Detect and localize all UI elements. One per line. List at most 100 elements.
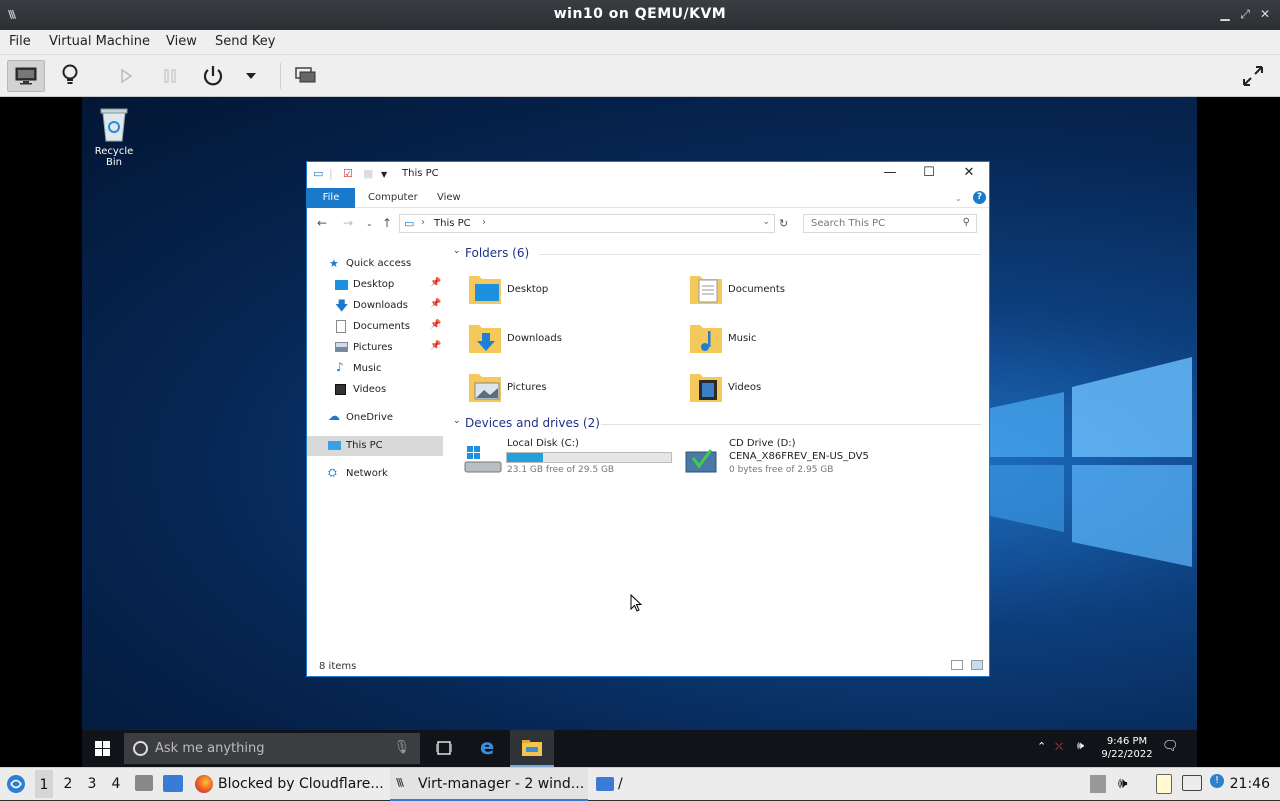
edge-taskbar-button[interactable]: e	[467, 730, 511, 767]
explorer-minimize-icon[interactable]: —	[880, 165, 900, 180]
details-view-icon[interactable]	[951, 660, 963, 670]
recent-locations-icon[interactable]: ⌄	[366, 219, 373, 228]
sidebar-item-network[interactable]: ⛭ Network	[307, 464, 443, 484]
menu-view[interactable]: View	[166, 34, 197, 49]
collapse-devices-icon[interactable]: ⌄	[453, 416, 461, 426]
qat-dropdown-icon[interactable]: ▼	[381, 170, 387, 179]
sidebar-item-downloads[interactable]: 🡇 Downloads 📌	[307, 296, 443, 316]
menu-file[interactable]: File	[9, 34, 31, 49]
details-view-button[interactable]	[51, 60, 89, 92]
pin-icon[interactable]: 📌	[430, 341, 441, 351]
workspace-1[interactable]: 1	[35, 770, 53, 798]
collapse-folders-icon[interactable]: ⌄	[453, 246, 461, 256]
devices-group-header[interactable]: Devices and drives (2)	[465, 416, 600, 430]
task-label: /	[618, 776, 623, 792]
show-desktop-icon[interactable]	[135, 775, 153, 791]
back-icon[interactable]: ←	[317, 216, 327, 230]
sidebar-item-desktop[interactable]: Desktop 📌	[307, 275, 443, 295]
play-icon	[121, 68, 133, 84]
sidebar-item-videos[interactable]: Videos	[307, 380, 443, 400]
sidebar-item-pictures[interactable]: Pictures 📌	[307, 338, 443, 358]
workspace-3[interactable]: 3	[83, 776, 101, 792]
fullscreen-button[interactable]	[1234, 60, 1272, 92]
start-button[interactable]	[82, 730, 122, 767]
explorer-close-icon[interactable]: ✕	[959, 165, 979, 180]
sidebar-item-music[interactable]: ♪ Music	[307, 359, 443, 379]
cortana-search-box[interactable]: Ask me anything 🎙	[124, 733, 420, 764]
edge-icon: e	[480, 735, 495, 759]
restore-icon[interactable]: ⤢	[1238, 7, 1252, 21]
address-bar[interactable]: ▭ › This PC › ⌄	[399, 214, 775, 233]
ribbon-expand-icon[interactable]: ⌄	[955, 194, 962, 203]
file-manager-launcher-icon[interactable]	[163, 775, 183, 792]
drive-d-name: CD Drive (D:)	[729, 438, 796, 449]
pause-button[interactable]	[151, 60, 189, 92]
folder-videos[interactable]: Videos	[688, 368, 908, 412]
updates-icon[interactable]: !	[1210, 774, 1224, 788]
new-folder-icon[interactable]: ■	[363, 167, 373, 180]
network-disconnected-icon[interactable]: ⛌	[1055, 740, 1063, 754]
menu-send-key[interactable]: Send Key	[215, 34, 275, 49]
folder-music[interactable]: Music	[688, 319, 908, 363]
large-icons-view-icon[interactable]	[971, 660, 983, 670]
task-files[interactable]: /	[592, 768, 632, 801]
tab-file[interactable]: File	[307, 188, 355, 208]
console-view-button[interactable]	[7, 60, 45, 92]
recycle-bin-shortcut[interactable]: Recycle Bin	[86, 105, 142, 168]
menu-virtual-machine[interactable]: Virtual Machine	[49, 34, 150, 49]
sidebar-item-documents[interactable]: Documents 📌	[307, 317, 443, 337]
up-icon[interactable]: ↑	[382, 216, 392, 230]
drive-c[interactable]: Local Disk (C:) 23.1 GB free of 29.5 GB	[463, 438, 683, 482]
shutdown-menu-button[interactable]	[233, 60, 269, 92]
breadcrumb[interactable]: This PC	[434, 218, 471, 229]
guest-clock[interactable]: 9:46 PM 9/22/2022	[1092, 735, 1162, 761]
sidebar-item-this-pc[interactable]: This PC	[307, 436, 443, 456]
forward-icon[interactable]: →	[343, 216, 353, 230]
snapshots-button[interactable]	[287, 60, 325, 92]
explorer-title: This PC	[402, 168, 439, 179]
folders-group-header[interactable]: Folders (6)	[465, 246, 529, 260]
pin-icon[interactable]: 📌	[430, 299, 441, 309]
close-icon[interactable]: ✕	[1258, 7, 1272, 21]
host-clock[interactable]: 21:46	[1230, 776, 1270, 792]
pin-icon[interactable]: 📌	[430, 278, 441, 288]
minimize-icon[interactable]: ▁	[1218, 7, 1232, 21]
task-view-button[interactable]	[422, 730, 466, 767]
volume-icon[interactable]: 🕪	[1077, 739, 1084, 753]
task-firefox[interactable]: Blocked by Cloudflare...	[192, 768, 387, 801]
pin-icon[interactable]: 📌	[430, 320, 441, 330]
task-virt-manager[interactable]: \\\ Virt-manager - 2 wind...	[390, 768, 588, 801]
sidebar-item-onedrive[interactable]: ☁ OneDrive	[307, 408, 443, 428]
folder-desktop[interactable]: Desktop	[467, 270, 687, 314]
tab-view[interactable]: View	[437, 192, 461, 203]
guest-desktop[interactable]: Recycle Bin ▭ | ☑ ■ ▼ This PC — ☐ ✕ File…	[82, 97, 1197, 767]
display-icon[interactable]	[1182, 775, 1202, 791]
folder-pictures[interactable]: Pictures	[467, 368, 687, 412]
windows-start-icon	[95, 741, 110, 756]
volume-icon[interactable]: 🕪	[1118, 774, 1127, 792]
microphone-icon[interactable]: 🎙	[393, 740, 410, 755]
properties-icon[interactable]: ☑	[343, 167, 353, 180]
folder-downloads[interactable]: Downloads	[467, 319, 687, 363]
workspace-2[interactable]: 2	[59, 776, 77, 792]
run-button[interactable]	[107, 60, 145, 92]
explorer-maximize-icon[interactable]: ☐	[919, 165, 939, 180]
notes-icon[interactable]	[1156, 774, 1172, 794]
app-launcher-icon[interactable]	[6, 774, 26, 794]
explorer-taskbar-button[interactable]	[510, 730, 554, 767]
refresh-icon[interactable]: ↻	[779, 217, 788, 230]
search-input[interactable]: Search This PC ⚲	[803, 214, 977, 233]
show-hidden-icons-icon[interactable]: ⌃	[1037, 740, 1046, 753]
breadcrumb-chevron-icon[interactable]: ›	[482, 217, 486, 228]
folder-documents[interactable]: Documents	[688, 270, 908, 314]
navigation-pane: ★ Quick access Desktop 📌 🡇 Downloads 📌 D…	[307, 246, 443, 646]
address-dropdown-icon[interactable]: ⌄	[762, 217, 770, 227]
workspace-4[interactable]: 4	[107, 776, 125, 792]
tab-computer[interactable]: Computer	[368, 192, 418, 203]
shutdown-button[interactable]	[194, 60, 232, 92]
help-icon[interactable]: ?	[973, 191, 986, 204]
clipboard-icon[interactable]	[1090, 775, 1106, 793]
action-center-icon[interactable]: 🗨	[1162, 739, 1179, 754]
drive-d[interactable]: CD Drive (D:) CENA_X86FREV_EN-US_DV5 0 b…	[685, 438, 905, 482]
sidebar-item-quick-access[interactable]: ★ Quick access	[307, 254, 443, 274]
